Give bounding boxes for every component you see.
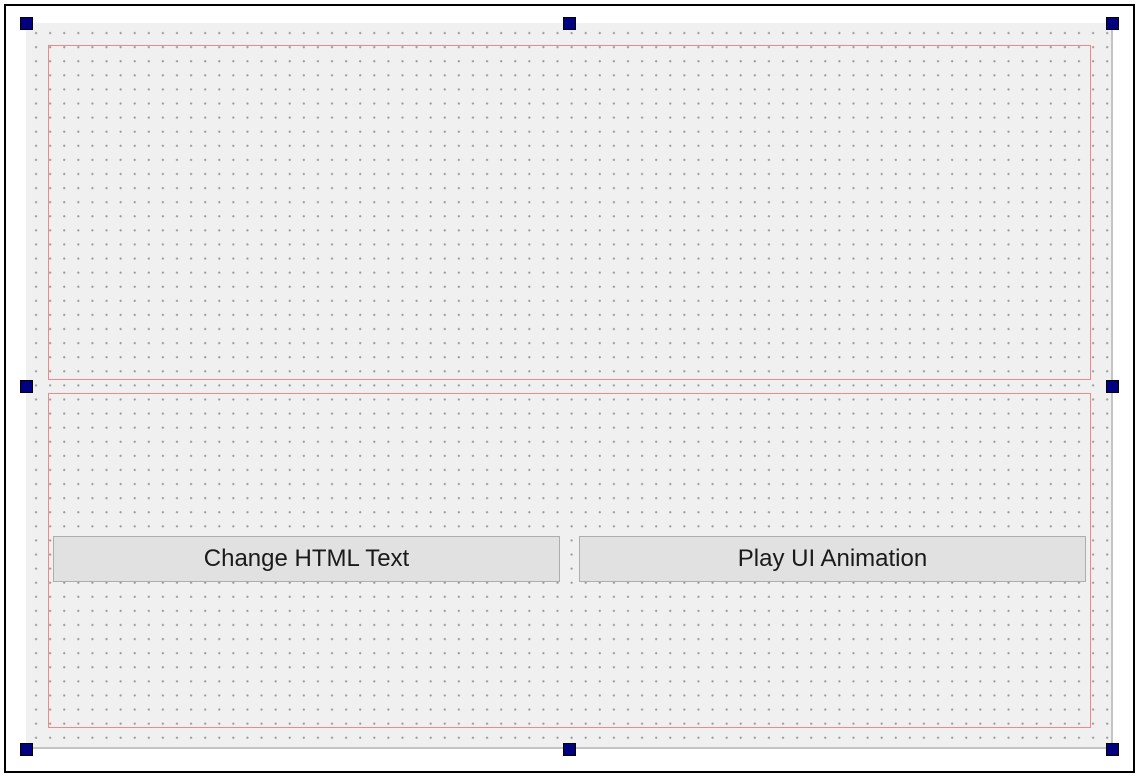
resize-handle-bottom-right[interactable]	[1106, 743, 1119, 756]
resize-handle-top-left[interactable]	[20, 17, 33, 30]
change-html-text-button[interactable]: Change HTML Text	[53, 536, 560, 582]
resize-handle-top-right[interactable]	[1106, 17, 1119, 30]
play-ui-animation-button[interactable]: Play UI Animation	[579, 536, 1086, 582]
resize-handle-top[interactable]	[563, 17, 576, 30]
resize-handle-left[interactable]	[20, 380, 33, 393]
top-layout-container[interactable]	[48, 45, 1091, 380]
resize-handle-right[interactable]	[1106, 380, 1119, 393]
resize-handle-bottom[interactable]	[563, 743, 576, 756]
resize-handle-bottom-left[interactable]	[20, 743, 33, 756]
